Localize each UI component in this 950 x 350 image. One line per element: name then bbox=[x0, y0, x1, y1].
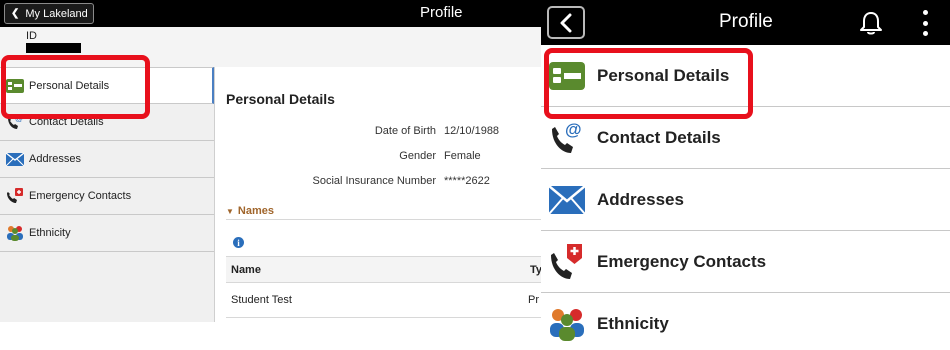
names-table: Name Ty Student Test Pr bbox=[226, 256, 541, 318]
people-icon bbox=[548, 305, 586, 343]
sidebar-item-label: Ethnicity bbox=[29, 227, 71, 239]
names-section-toggle[interactable]: ▼ Names bbox=[226, 205, 274, 217]
id-label: ID bbox=[26, 30, 37, 42]
highlight-box bbox=[1, 55, 150, 119]
envelope-icon bbox=[548, 181, 586, 219]
menu-item-label: Ethnicity bbox=[597, 313, 669, 333]
mobile-profile-panel: Profile Personal Details @ Contact Detai… bbox=[541, 0, 950, 350]
personal-details-content: Personal Details Date of Birth 12/10/198… bbox=[216, 67, 541, 322]
names-section-label: Names bbox=[237, 205, 274, 217]
redacted-id bbox=[26, 43, 81, 53]
name-cell: Student Test bbox=[231, 294, 292, 306]
column-header-type: Ty bbox=[530, 263, 541, 276]
sidebar-item-ethnicity[interactable]: Ethnicity bbox=[0, 215, 214, 252]
section-title: Personal Details bbox=[226, 91, 335, 107]
more-options-icon[interactable] bbox=[921, 10, 929, 36]
emergency-phone-icon bbox=[6, 188, 24, 204]
sidebar-item-label: Emergency Contacts bbox=[29, 190, 132, 202]
gender-label: Gender bbox=[399, 150, 436, 162]
gender-value: Female bbox=[444, 150, 481, 162]
emergency-phone-icon bbox=[548, 243, 586, 281]
sin-value: *****2622 bbox=[444, 175, 490, 187]
menu-item-label: Emergency Contacts bbox=[597, 251, 767, 271]
back-button-label: My Lakeland bbox=[25, 7, 88, 20]
phone-at-icon: @ bbox=[548, 119, 586, 157]
menu-item-ethnicity[interactable]: Ethnicity bbox=[541, 293, 950, 350]
page-title: Profile bbox=[420, 4, 463, 21]
table-header: Name Ty bbox=[226, 256, 541, 283]
chevron-left-icon bbox=[560, 13, 572, 32]
people-icon bbox=[6, 225, 24, 241]
column-header-name: Name bbox=[231, 263, 261, 276]
sidebar-item-addresses[interactable]: Addresses bbox=[0, 141, 214, 178]
table-row[interactable]: Student Test Pr bbox=[226, 283, 541, 318]
menu-item-label: Contact Details bbox=[597, 127, 721, 147]
dob-label: Date of Birth bbox=[374, 125, 436, 137]
desktop-header: ❮ My Lakeland Profile bbox=[0, 0, 541, 27]
caret-down-icon: ▼ bbox=[226, 206, 234, 216]
menu-item-label: Addresses bbox=[597, 189, 684, 209]
type-cell: Pr bbox=[528, 294, 539, 306]
highlight-box bbox=[544, 48, 753, 119]
dob-value: 12/10/1988 bbox=[444, 125, 500, 137]
screenshot-root: ❮ My Lakeland Profile ID Personal Detail… bbox=[0, 0, 950, 350]
page-title: Profile bbox=[719, 11, 773, 32]
chevron-left-icon: ❮ bbox=[11, 8, 20, 19]
sin-label: Social Insurance Number bbox=[312, 175, 436, 187]
svg-text:@: @ bbox=[565, 120, 582, 139]
mobile-header: Profile bbox=[541, 0, 950, 45]
my-lakeland-back-button[interactable]: ❮ My Lakeland bbox=[4, 3, 94, 24]
envelope-icon bbox=[6, 151, 24, 167]
menu-item-addresses[interactable]: Addresses bbox=[541, 169, 950, 231]
info-icon[interactable]: i bbox=[233, 237, 244, 248]
sidebar-item-label: Addresses bbox=[29, 153, 81, 165]
sidebar-item-emergency-contacts[interactable]: Emergency Contacts bbox=[0, 178, 214, 215]
menu-item-emergency-contacts[interactable]: Emergency Contacts bbox=[541, 231, 950, 293]
desktop-profile-panel: ❮ My Lakeland Profile ID Personal Detail… bbox=[0, 0, 541, 322]
back-button[interactable] bbox=[547, 6, 585, 39]
divider bbox=[226, 219, 541, 220]
bell-icon[interactable] bbox=[859, 10, 883, 41]
